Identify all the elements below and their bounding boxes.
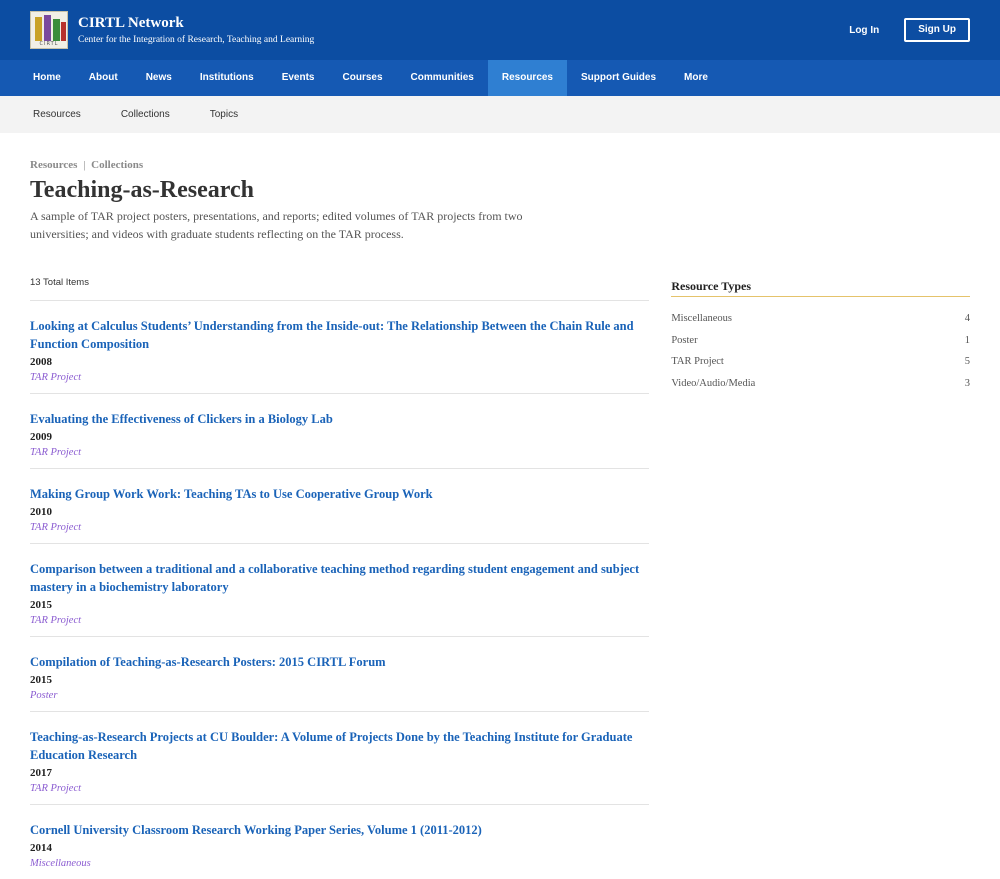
nav-item-courses[interactable]: Courses [329,60,397,96]
result-item: Cornell University Classroom Research Wo… [30,805,649,879]
nav-item-home[interactable]: Home [19,60,75,96]
nav-item-institutions[interactable]: Institutions [186,60,268,96]
breadcrumb-separator: | [83,159,86,171]
result-title-link[interactable]: Teaching-as-Research Projects at CU Boul… [30,728,649,764]
resource-type-count: 3 [964,377,970,389]
result-type: TAR Project [30,447,82,458]
result-type: TAR Project [30,783,82,794]
result-item: Making Group Work Work: Teaching TAs to … [30,469,650,544]
resource-types-sidebar: Resource Types Miscellaneous 4 Poster 1 … [671,279,970,879]
result-year: 2015 [30,674,52,686]
login-link[interactable]: Log In [849,25,879,36]
result-item: Teaching-as-Research Projects at CU Boul… [30,712,650,805]
result-title-link[interactable]: Looking at Calculus Students’ Understand… [30,317,649,353]
result-title-link[interactable]: Comparison between a traditional and a c… [30,560,649,596]
page-title: Teaching-as-Research [30,177,254,203]
nav-item-communities[interactable]: Communities [397,60,488,96]
resource-types-list: Miscellaneous 4 Poster 1 TAR Project 5 V… [671,308,970,394]
result-item: Looking at Calculus Students’ Understand… [30,301,650,394]
result-title-link[interactable]: Evaluating the Effectiveness of Clickers… [30,410,649,428]
result-title-link[interactable]: Compilation of Teaching-as-Research Post… [30,653,649,671]
resource-type-count: 1 [964,334,970,346]
nav-item-support-guides[interactable]: Support Guides [567,60,670,96]
resource-type-count: 5 [964,356,970,367]
main-content: Resources | Collections Teaching-as-Rese… [0,133,1000,879]
total-items-count: 13 Total Items [30,277,650,301]
result-year: 2008 [30,356,52,368]
auth-links: Log In Sign Up [849,18,970,42]
logo-text: CIRTL [39,41,59,47]
result-type: Poster [30,690,58,701]
resource-type-label[interactable]: Video/Audio/Media [671,373,755,395]
signup-button[interactable]: Sign Up [904,18,970,42]
main-nav: Home About News Institutions Events Cour… [0,60,1000,96]
resource-types-heading: Resource Types [671,279,970,297]
site-header: CIRTL CIRTL Network Center for the Integ… [0,0,1000,60]
breadcrumb-collections[interactable]: Collections [91,159,143,171]
resource-type-filter[interactable]: Poster 1 [671,330,970,352]
result-title-link[interactable]: Making Group Work Work: Teaching TAs to … [30,485,649,503]
subnav-item-resources[interactable]: Resources [19,96,95,133]
nav-item-news[interactable]: News [132,60,186,96]
resource-type-filter[interactable]: Video/Audio/Media 3 [671,373,970,395]
sub-nav: Resources Collections Topics [0,96,1000,133]
resource-type-label[interactable]: Poster [671,330,697,352]
breadcrumb: Resources | Collections [30,159,970,171]
cirtl-logo[interactable]: CIRTL [30,11,68,49]
result-title-link[interactable]: Cornell University Classroom Research Wo… [30,821,649,839]
nav-item-events[interactable]: Events [268,60,329,96]
result-item: Comparison between a traditional and a c… [30,544,650,637]
result-type: TAR Project [30,522,82,533]
brand[interactable]: CIRTL Network Center for the Integration… [78,14,314,47]
nav-item-resources[interactable]: Resources [487,60,567,96]
result-year: 2014 [30,842,52,854]
subnav-item-collections[interactable]: Collections [107,96,184,133]
resource-type-count: 4 [964,313,970,324]
resource-type-label[interactable]: Miscellaneous [671,308,732,330]
resource-type-label[interactable]: TAR Project [671,351,724,373]
nav-item-more[interactable]: More [670,60,722,96]
site-title[interactable]: CIRTL Network [78,14,314,32]
page-description: A sample of TAR project posters, present… [30,209,523,241]
results-list: 13 Total Items Looking at Calculus Stude… [30,277,650,879]
result-type: TAR Project [30,372,82,383]
result-year: 2017 [30,767,52,779]
result-type: Miscellaneous [30,858,91,869]
nav-item-about[interactable]: About [75,60,132,96]
breadcrumb-resources[interactable]: Resources [30,159,77,171]
result-item: Compilation of Teaching-as-Research Post… [30,637,650,712]
result-year: 2010 [30,506,52,518]
resource-type-filter[interactable]: Miscellaneous 4 [671,308,970,330]
resource-type-filter[interactable]: TAR Project 5 [671,351,970,373]
subnav-item-topics[interactable]: Topics [196,96,252,133]
result-type: TAR Project [30,615,82,626]
site-subtitle: Center for the Integration of Research, … [78,34,315,45]
result-year: 2015 [30,599,52,611]
result-item: Evaluating the Effectiveness of Clickers… [30,394,650,469]
result-year: 2009 [30,431,52,443]
